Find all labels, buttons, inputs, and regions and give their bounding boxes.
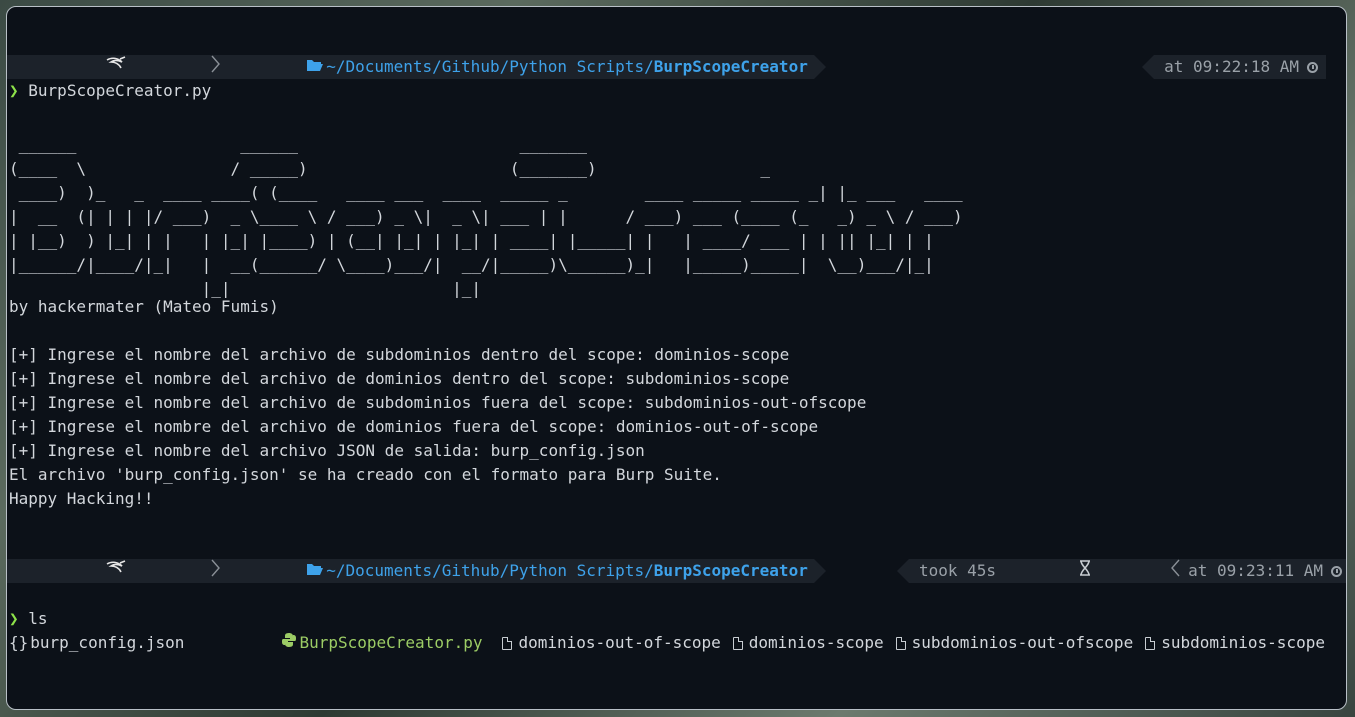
list-item[interactable]: dominios-scope bbox=[729, 631, 884, 655]
terminal-window[interactable]: ~/Documents/Github/Python Scripts/BurpSc… bbox=[6, 6, 1347, 710]
kali-dragon-icon bbox=[29, 535, 126, 607]
file-name: subdominios-scope bbox=[1161, 633, 1325, 652]
banner-line: (____ \ / _____) (_______) _ bbox=[9, 159, 770, 178]
file-icon bbox=[732, 636, 743, 650]
path-prefix: ~/Documents/Github/Python Scripts/ bbox=[326, 57, 654, 76]
list-item[interactable]: subdominios-scope bbox=[1141, 631, 1325, 655]
duration-label: took 45s bbox=[918, 561, 997, 580]
list-item[interactable]: {} burp_config.json bbox=[9, 631, 184, 655]
folder-open-icon bbox=[229, 535, 324, 607]
file-name: subdominios-out-ofscope bbox=[911, 633, 1134, 652]
time-label: at 09:22:18 AM bbox=[1164, 57, 1299, 76]
prompt-chevron-icon: ❯ bbox=[9, 609, 19, 628]
path-current-dir: BurpScopeCreator bbox=[653, 561, 808, 580]
clock-icon bbox=[1307, 61, 1318, 73]
output-line: [+] Ingrese el nombre del archivo de sub… bbox=[9, 345, 790, 364]
prompt-time-segment: at 09:22:18 AM bbox=[1142, 55, 1326, 79]
banner-line: |______/|____/|_| | __(______/ \____)___… bbox=[9, 255, 934, 274]
python-icon bbox=[204, 607, 297, 679]
output-line: [+] Ingrese el nombre del archivo de dom… bbox=[9, 417, 819, 436]
banner-line: | |__) ) |_| | | | |_| |____) | (__| |_|… bbox=[9, 231, 934, 250]
chevron-right-icon bbox=[134, 535, 221, 608]
path-current-dir: BurpScopeCreator bbox=[653, 57, 808, 76]
prompt-bar-2: ~/Documents/Github/Python Scripts/BurpSc… bbox=[7, 559, 1346, 583]
command-text: BurpScopeCreator.py bbox=[28, 81, 212, 100]
ls-output: {} burp_config.json BurpScopeCreator.py d… bbox=[9, 631, 1325, 655]
file-icon bbox=[502, 636, 513, 650]
command-text: ls bbox=[28, 609, 48, 628]
output-line: [+] Ingrese el nombre del archivo de dom… bbox=[9, 369, 790, 388]
hourglass-icon bbox=[1002, 535, 1091, 607]
chevron-left-icon bbox=[1093, 535, 1180, 608]
output-line: Happy Hacking!! bbox=[9, 489, 154, 508]
author-line: by hackermater (Mateo Fumis) bbox=[9, 297, 279, 316]
file-name: BurpScopeCreator.py bbox=[299, 633, 483, 652]
folder-open-icon bbox=[229, 31, 324, 103]
file-icon bbox=[1145, 636, 1156, 650]
prompt-bar-1: ~/Documents/Github/Python Scripts/BurpSc… bbox=[7, 55, 1346, 79]
output-line: [+] Ingrese el nombre del archivo de sub… bbox=[9, 393, 867, 412]
banner-line: ____) )_ _ ____ ____( (____ ____ ___ ___… bbox=[9, 183, 963, 202]
file-icon bbox=[895, 636, 906, 650]
prompt-chevron-icon: ❯ bbox=[9, 81, 19, 100]
banner-line: ______ ______ _______ bbox=[9, 135, 587, 154]
clock-icon bbox=[1331, 565, 1342, 577]
file-name: dominios-out-of-scope bbox=[518, 633, 721, 652]
json-icon: {} bbox=[9, 633, 29, 652]
prompt-time-segment: took 45s at 09:23:11 AM bbox=[896, 559, 1346, 583]
time-label: at 09:23:11 AM bbox=[1188, 561, 1323, 580]
output-line: [+] Ingrese el nombre del archivo JSON d… bbox=[9, 441, 645, 460]
path-prefix: ~/Documents/Github/Python Scripts/ bbox=[326, 561, 654, 580]
command-line-1: ❯ BurpScopeCreator.py bbox=[9, 79, 211, 103]
output-line: El archivo 'burp_config.json' se ha crea… bbox=[9, 465, 722, 484]
command-line-2: ❯ ls bbox=[9, 607, 48, 631]
list-item[interactable]: dominios-out-of-scope bbox=[498, 631, 721, 655]
prompt-path-segment: ~/Documents/Github/Python Scripts/BurpSc… bbox=[7, 559, 826, 583]
file-name: burp_config.json bbox=[30, 633, 185, 652]
list-item[interactable]: subdominios-out-ofscope bbox=[892, 631, 1134, 655]
prompt-path-segment: ~/Documents/Github/Python Scripts/BurpSc… bbox=[7, 55, 826, 79]
banner-line: | __ (| | | |/ ___) _ \____ \ / ___) _ \… bbox=[9, 207, 963, 226]
list-item[interactable]: BurpScopeCreator.py bbox=[204, 631, 482, 655]
file-name: dominios-scope bbox=[748, 633, 884, 652]
